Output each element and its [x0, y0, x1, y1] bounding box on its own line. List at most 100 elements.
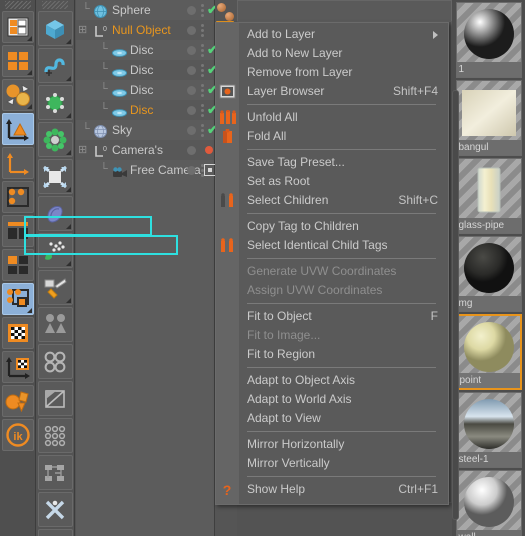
menu-item[interactable]: Mirror Vertically [216, 454, 448, 473]
material-browser-scrollbar[interactable] [452, 90, 459, 520]
tag-row[interactable]: ✔ [185, 40, 218, 60]
material-cell[interactable]: bangul [455, 80, 522, 156]
render-visibility-dot-icon[interactable] [201, 9, 204, 12]
texture-axis-icon[interactable] [1, 351, 34, 383]
extra-dot-icon[interactable] [201, 34, 204, 37]
material-cell[interactable]: mg [455, 236, 522, 312]
spline-icon[interactable] [37, 48, 73, 83]
menu-item[interactable]: Layer Browser Shift+F4 [216, 82, 448, 101]
edge-mode-icon[interactable] [1, 215, 34, 247]
material-tag-icon[interactable] [225, 12, 234, 21]
menu-item[interactable]: ? Show Help Ctrl+F1 [216, 480, 448, 499]
editor-visibility-dot-icon[interactable] [201, 44, 204, 47]
knife-icon[interactable] [37, 492, 73, 527]
extra-dot-icon[interactable] [201, 14, 204, 17]
render-preview-icon[interactable] [1, 79, 34, 111]
layout-grid-icon[interactable] [1, 11, 34, 43]
visibility-dot-icon[interactable] [187, 146, 196, 155]
visibility-dot-icon[interactable] [187, 86, 196, 95]
toolbar-grip[interactable] [4, 1, 31, 9]
timeline-key1-icon[interactable] [37, 529, 73, 536]
tree-expander[interactable]: ⊞ [78, 140, 87, 160]
render-visibility-dot-icon[interactable] [201, 69, 204, 72]
visibility-dot-icon[interactable] [187, 166, 196, 175]
disabled-dot-icon[interactable] [205, 146, 213, 154]
toolbar-grip-2[interactable] [42, 1, 68, 9]
tag-row[interactable]: ✔ [185, 120, 218, 140]
menu-item[interactable]: Unfold All [216, 108, 448, 127]
menu-item[interactable]: Select Children Shift+C [216, 191, 448, 210]
particles-icon[interactable] [37, 233, 73, 268]
editor-visibility-dot-icon[interactable] [201, 24, 204, 27]
workplane-icon[interactable] [1, 385, 34, 417]
menu-item[interactable]: Set as Root [216, 172, 448, 191]
render-visibility-dot-icon[interactable] [201, 29, 204, 32]
sculpt-icon[interactable] [37, 418, 73, 453]
tag-row[interactable]: ✔ [185, 100, 218, 120]
menu-item[interactable]: Adapt to Object Axis [216, 371, 448, 390]
extra-dot-icon[interactable] [201, 94, 204, 97]
editor-visibility-dot-icon[interactable] [201, 84, 204, 87]
menu-item[interactable]: Fit to Region [216, 345, 448, 364]
menu-item[interactable]: Save Tag Preset... [216, 153, 448, 172]
uv-mesh-icon[interactable] [1, 283, 34, 315]
tag-row[interactable]: ✔ [185, 60, 218, 80]
editor-visibility-dot-icon[interactable] [201, 104, 204, 107]
render-visibility-dot-icon[interactable] [201, 89, 204, 92]
scene-object-icon[interactable] [37, 196, 73, 231]
menu-item[interactable]: Fit to Object F [216, 307, 448, 326]
material-browser[interactable]: 1 bangul glass-pipe mg point steel-1 wall [452, 0, 525, 536]
menu-item[interactable]: Add to Layer [216, 25, 448, 44]
cube-primitive-icon[interactable] [37, 11, 73, 46]
menu-item[interactable]: Remove from Layer [216, 63, 448, 82]
xpresso-icon[interactable] [37, 455, 73, 490]
extra-dot-icon[interactable] [201, 54, 204, 57]
menu-item[interactable]: Select Identical Child Tags [216, 236, 448, 255]
generator-icon[interactable] [37, 85, 73, 120]
editor-visibility-dot-icon[interactable] [201, 124, 204, 127]
mograph-icon[interactable] [37, 122, 73, 157]
point-mode-icon[interactable] [1, 181, 34, 213]
visibility-dot-icon[interactable] [187, 26, 196, 35]
tools-icon[interactable] [37, 270, 73, 305]
material-tag-icon[interactable] [217, 3, 226, 12]
material-cell[interactable]: glass-pipe [455, 158, 522, 234]
visibility-dot-icon[interactable] [187, 66, 196, 75]
texture-mode-icon[interactable] [1, 317, 34, 349]
render-visibility-dot-icon[interactable] [201, 49, 204, 52]
quad-view-icon[interactable] [1, 45, 34, 77]
menu-item[interactable]: Copy Tag to Children [216, 217, 448, 236]
render-visibility-dot-icon[interactable] [201, 109, 204, 112]
visibility-dot-icon[interactable] [187, 46, 196, 55]
light-icon[interactable] [37, 307, 73, 342]
deformer-icon[interactable] [37, 159, 73, 194]
extra-dot-icon[interactable] [201, 114, 204, 117]
menu-item[interactable]: Mirror Horizontally [216, 435, 448, 454]
visibility-dot-icon[interactable] [187, 106, 196, 115]
tag-row[interactable]: ✔ [185, 0, 218, 20]
visibility-dot-icon[interactable] [187, 126, 196, 135]
extra-dot-icon[interactable] [201, 74, 204, 77]
tag-context-menu[interactable]: Add to Layer Add to New Layer Remove from … [215, 22, 449, 505]
tag-row[interactable] [185, 20, 215, 40]
polygon-mode-icon[interactable] [1, 249, 34, 281]
extra-dot-icon[interactable] [201, 134, 204, 137]
material-cell[interactable]: 1 [455, 2, 522, 78]
material-cell[interactable]: point [455, 314, 522, 390]
menu-item[interactable]: Adapt to View [216, 409, 448, 428]
material-cell[interactable]: steel-1 [455, 392, 522, 468]
material-cell[interactable]: wall [455, 470, 522, 536]
editor-visibility-dot-icon[interactable] [201, 4, 204, 7]
menu-item[interactable]: Add to New Layer [216, 44, 448, 63]
tag-row[interactable] [185, 160, 216, 180]
object-axis-icon[interactable] [1, 113, 34, 145]
render-visibility-dot-icon[interactable] [201, 129, 204, 132]
world-axis-icon[interactable] [1, 147, 34, 179]
visibility-dot-icon[interactable] [187, 6, 196, 15]
render-region-icon[interactable] [37, 381, 73, 416]
tag-row[interactable]: ✔ [185, 80, 218, 100]
menu-item[interactable]: Adapt to World Axis [216, 390, 448, 409]
menu-item[interactable]: Fold All [216, 127, 448, 146]
tree-expander[interactable]: ⊞ [78, 20, 87, 40]
camera-group-icon[interactable] [37, 344, 73, 379]
